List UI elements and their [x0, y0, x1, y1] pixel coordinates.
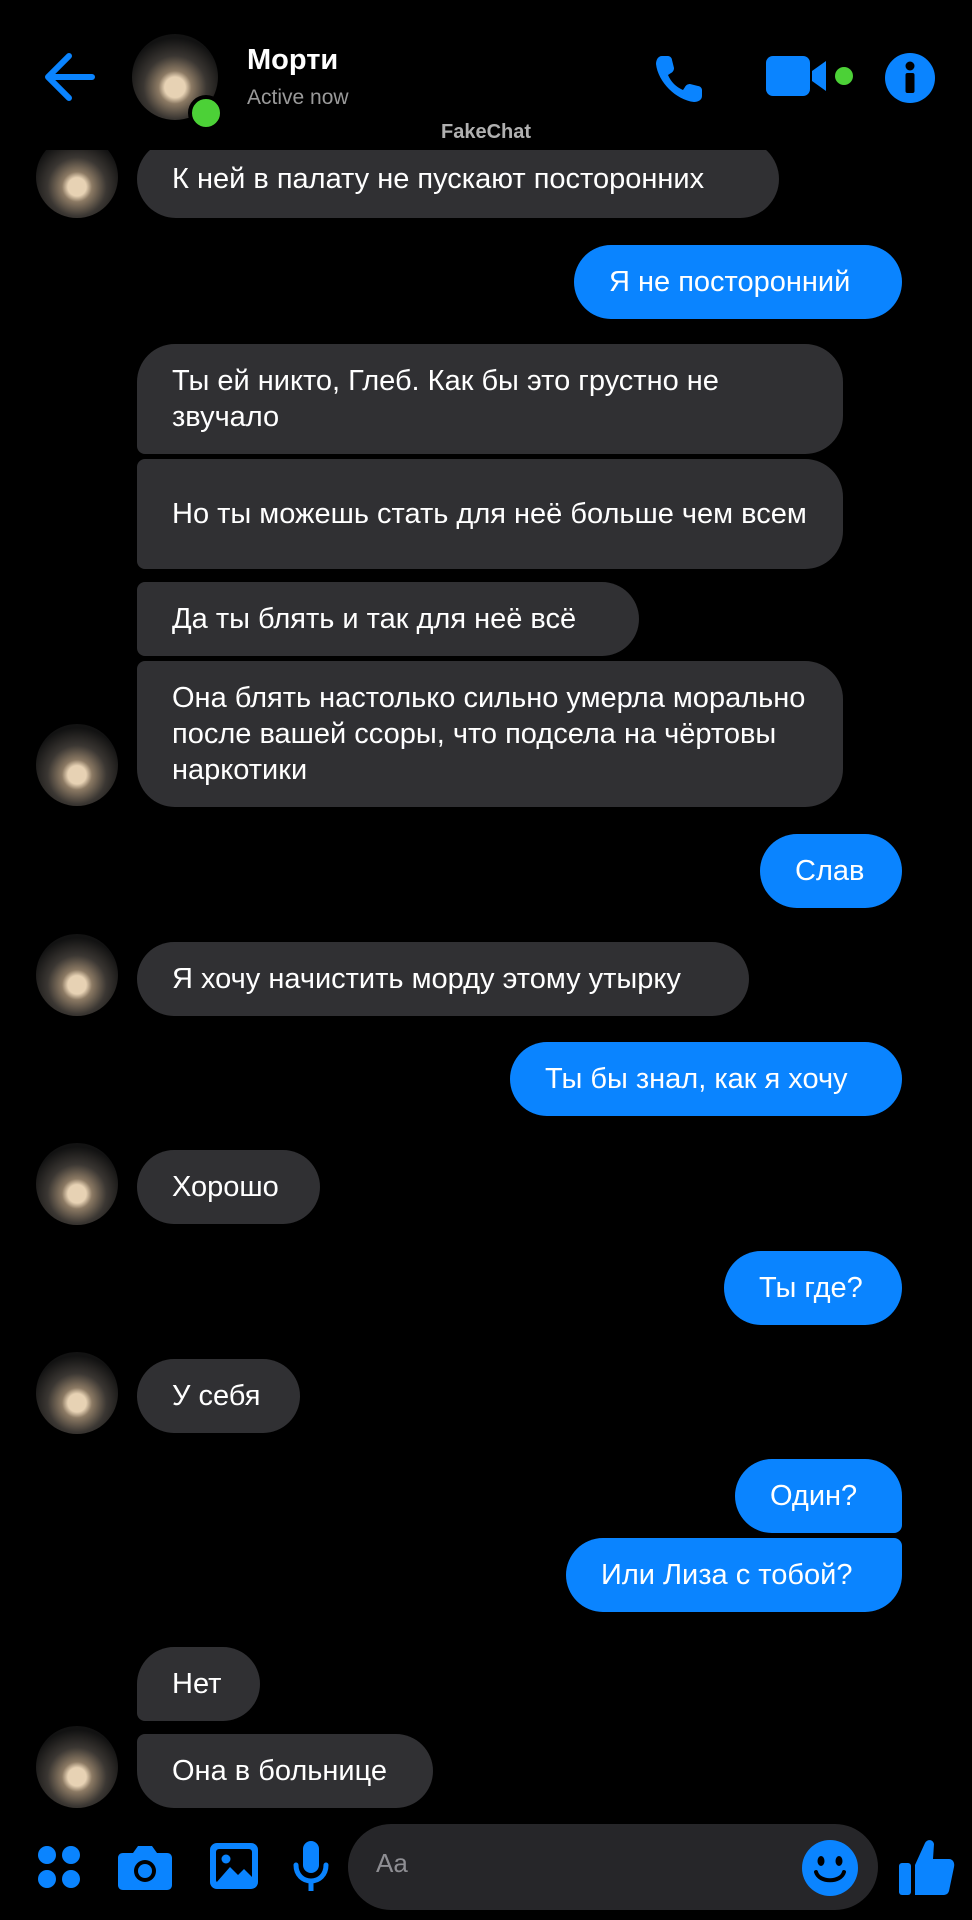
- message-incoming[interactable]: Она блять настолько сильно умерла мораль…: [137, 661, 843, 807]
- message-incoming[interactable]: К ней в палату не пускают посторонних: [137, 140, 779, 218]
- contact-name[interactable]: Морти: [247, 44, 338, 77]
- message-incoming[interactable]: Хорошо: [137, 1150, 320, 1224]
- message-input-placeholder: Aa: [376, 1848, 408, 1878]
- contact-avatar[interactable]: [36, 934, 118, 1016]
- message-incoming[interactable]: Но ты можешь стать для неё больше чем вс…: [137, 459, 843, 569]
- phone-icon[interactable]: [650, 48, 710, 108]
- message-list[interactable]: К ней в палату не пускают посторонних Я …: [0, 0, 972, 1830]
- video-camera-icon[interactable]: [764, 52, 854, 102]
- message-incoming[interactable]: У себя: [137, 1359, 300, 1433]
- watermark-label: FakeChat: [440, 121, 532, 143]
- message-outgoing[interactable]: Ты где?: [724, 1251, 902, 1325]
- message-outgoing[interactable]: Я не посторонний: [574, 245, 902, 319]
- message-incoming[interactable]: Нет: [137, 1647, 260, 1721]
- message-outgoing[interactable]: Или Лиза с тобой?: [566, 1538, 902, 1612]
- contact-avatar[interactable]: [36, 724, 118, 806]
- apps-grid-icon[interactable]: [34, 1842, 84, 1892]
- message-incoming[interactable]: Она в больнице: [137, 1734, 433, 1808]
- microphone-icon[interactable]: [288, 1838, 334, 1896]
- thumbs-up-icon[interactable]: [896, 1836, 956, 1898]
- chat-header: Морти Active now FakeChat: [0, 0, 972, 150]
- message-incoming[interactable]: Ты ей никто, Глеб. Как бы это грустно не…: [137, 344, 843, 454]
- message-input[interactable]: [348, 1824, 878, 1910]
- camera-icon[interactable]: [116, 1840, 174, 1894]
- message-incoming[interactable]: Я хочу начистить морду этому утырку: [137, 942, 749, 1016]
- contact-status: Active now: [247, 86, 349, 109]
- emoji-icon[interactable]: [800, 1838, 860, 1898]
- message-outgoing[interactable]: Слав: [760, 834, 902, 908]
- message-outgoing[interactable]: Один?: [735, 1459, 902, 1533]
- message-incoming[interactable]: Да ты блять и так для неё всё: [137, 582, 639, 656]
- gallery-icon[interactable]: [206, 1838, 262, 1894]
- message-outgoing[interactable]: Ты бы знал, как я хочу: [510, 1042, 902, 1116]
- info-icon[interactable]: [882, 50, 938, 106]
- back-arrow-icon[interactable]: [40, 50, 100, 104]
- contact-avatar[interactable]: [36, 1143, 118, 1225]
- contact-avatar[interactable]: [36, 1352, 118, 1434]
- contact-avatar[interactable]: [36, 1726, 118, 1808]
